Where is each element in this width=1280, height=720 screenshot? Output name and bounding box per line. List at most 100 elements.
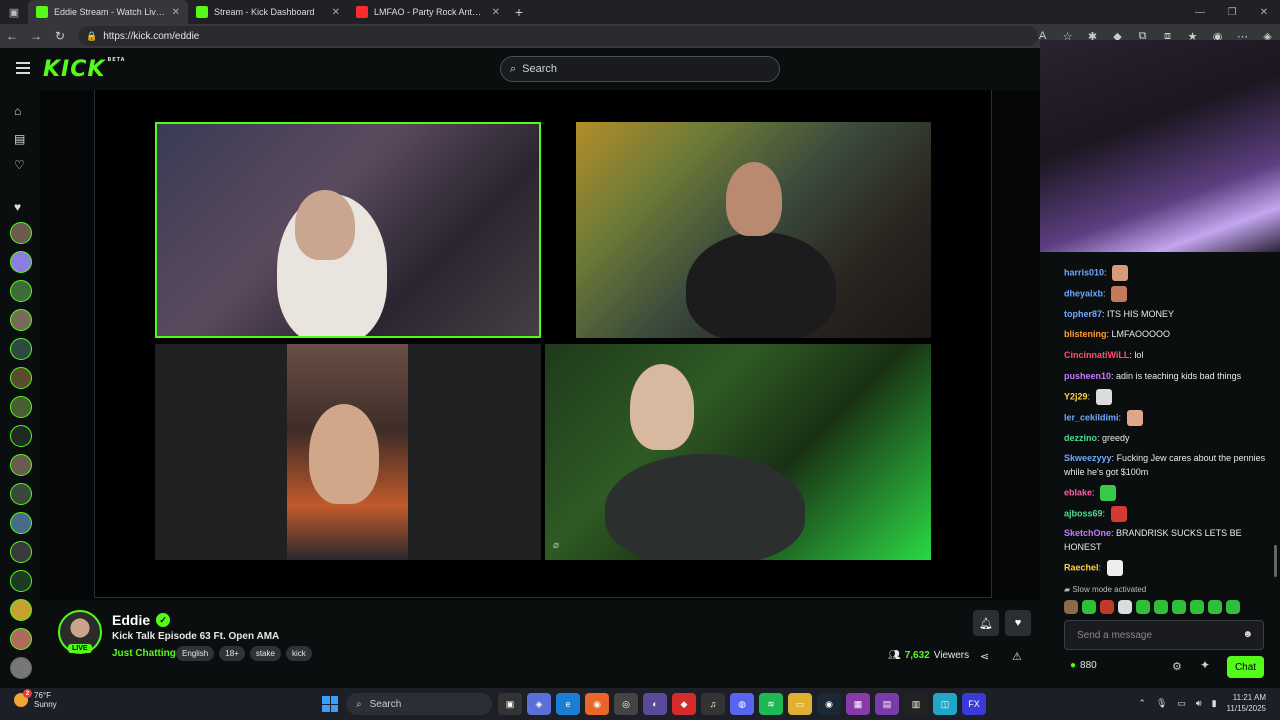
browser-tab-eddie[interactable]: Eddie Stream - Watch Live o ✕ xyxy=(28,0,188,24)
emote-icon[interactable] xyxy=(1136,600,1150,614)
emote-icon[interactable] xyxy=(1118,600,1132,614)
steam-icon[interactable]: ◉ xyxy=(817,693,841,715)
refresh-icon[interactable]: ↻ xyxy=(48,24,72,48)
address-bar[interactable]: 🔒 https://kick.com/eddie xyxy=(78,26,1038,46)
followed-channel-avatar[interactable] xyxy=(10,570,32,592)
app-icon[interactable]: ▥ xyxy=(904,693,928,715)
app-icon[interactable]: ◆ xyxy=(672,693,696,715)
followed-channel-avatar[interactable] xyxy=(10,657,32,679)
app-icon[interactable]: ◐ xyxy=(643,693,667,715)
followed-channel-avatar[interactable] xyxy=(10,454,32,476)
chat-username[interactable]: dezzino xyxy=(1064,433,1097,443)
back-icon[interactable]: ← xyxy=(0,24,24,48)
emote-icon[interactable] xyxy=(1154,600,1168,614)
spotify-icon[interactable]: ≋ xyxy=(759,693,783,715)
fx-icon[interactable]: FX xyxy=(962,693,986,715)
mic-icon[interactable]: 🎙︎ xyxy=(1156,698,1167,709)
chat-username[interactable]: SketchOne xyxy=(1064,528,1111,538)
channel-points[interactable]: ● 880 xyxy=(1070,660,1097,671)
kick-logo[interactable]: KICK BETA xyxy=(43,57,126,82)
chat-username[interactable]: eblake xyxy=(1064,487,1092,497)
close-window-button[interactable]: ✕ xyxy=(1248,0,1280,24)
chat-username[interactable]: topher87 xyxy=(1064,309,1102,319)
followed-channel-avatar[interactable] xyxy=(10,367,32,389)
chat-username[interactable]: Y2j29 xyxy=(1064,391,1088,401)
network-icon[interactable]: ▭ xyxy=(1177,698,1186,709)
chat-username[interactable]: CincinnatiWiLL xyxy=(1064,350,1129,360)
firefox-icon[interactable]: ◉ xyxy=(585,693,609,715)
followed-channel-avatar[interactable] xyxy=(10,251,32,273)
followed-channel-avatar[interactable] xyxy=(10,396,32,418)
follow-button[interactable]: ♥ xyxy=(1005,610,1031,636)
close-icon[interactable]: ✕ xyxy=(492,7,500,18)
chat-username[interactable]: harris010 xyxy=(1064,267,1104,277)
following-icon[interactable]: ♡ xyxy=(14,158,25,172)
chat-username[interactable]: ler_cekildimi xyxy=(1064,412,1119,422)
followed-channel-avatar[interactable] xyxy=(10,541,32,563)
chat-username[interactable]: pusheen10 xyxy=(1064,371,1111,381)
menu-icon[interactable] xyxy=(16,62,30,74)
tag-chip[interactable]: English xyxy=(176,646,215,661)
followed-channel-avatar[interactable] xyxy=(10,338,32,360)
browser-tab-dashboard[interactable]: Stream - Kick Dashboard ✕ xyxy=(188,0,348,24)
followed-channel-avatar[interactable] xyxy=(10,280,32,302)
emote-icon[interactable] xyxy=(1172,600,1186,614)
emote-icon[interactable] xyxy=(1100,600,1114,614)
report-icon[interactable]: ⚠ xyxy=(1012,650,1022,663)
app-icon[interactable]: ◫ xyxy=(933,693,957,715)
followed-channel-avatar[interactable] xyxy=(10,222,32,244)
chat-scrollbar[interactable] xyxy=(1274,545,1277,577)
followed-channel-avatar[interactable] xyxy=(10,599,32,621)
taskbar-search[interactable]: ⌕ Search xyxy=(346,693,492,715)
itunes-icon[interactable]: ♫ xyxy=(701,693,725,715)
chat-settings-icon[interactable]: ⚙ xyxy=(1172,660,1182,673)
category-link[interactable]: Just Chatting xyxy=(112,648,176,659)
share-icon[interactable]: ⋖ xyxy=(980,650,989,663)
streamer-name[interactable]: Eddie ✓ xyxy=(112,612,171,628)
tag-chip[interactable]: stake xyxy=(249,646,281,661)
emote-icon[interactable] xyxy=(1082,600,1096,614)
clock[interactable]: 11:21 AM 11/15/2025 xyxy=(1227,692,1266,714)
browser-tab-youtube[interactable]: LMFAO - Party Rock Anthem ft. L ✕ xyxy=(348,0,508,24)
restore-button[interactable]: ❐ xyxy=(1216,0,1248,24)
chat-username[interactable]: ajboss69 xyxy=(1064,508,1103,518)
followed-channel-avatar[interactable] xyxy=(10,309,32,331)
chevron-up-icon[interactable]: ⌃ xyxy=(1138,698,1146,709)
tag-chip[interactable]: kick xyxy=(285,646,312,661)
chat-username[interactable]: Skweezyyy xyxy=(1064,453,1112,463)
tag-chip[interactable]: 18+ xyxy=(219,646,245,661)
video-player[interactable]: ⌀ xyxy=(40,90,1040,600)
weather-widget[interactable]: 2 76°F Sunny xyxy=(14,689,57,709)
app-icon[interactable]: ▤ xyxy=(875,693,899,715)
task-view-icon[interactable]: ▣ xyxy=(498,693,522,715)
emote-icon[interactable] xyxy=(1208,600,1222,614)
emoji-picker-icon[interactable]: ☻ xyxy=(1242,629,1253,640)
followed-channel-avatar[interactable] xyxy=(10,628,32,650)
chat-username[interactable]: blistening xyxy=(1064,329,1107,339)
app-icon[interactable]: ▦ xyxy=(846,693,870,715)
tab-actions-icon[interactable]: ▣ xyxy=(0,0,28,24)
emote-icon[interactable] xyxy=(1226,600,1240,614)
chat-message-input[interactable]: Send a message ☻ xyxy=(1064,620,1264,650)
copilot-icon[interactable]: ◈ xyxy=(527,693,551,715)
file-explorer-icon[interactable]: ▭ xyxy=(788,693,812,715)
battery-icon[interactable]: ▮ xyxy=(1212,698,1217,709)
followed-channel-avatar[interactable] xyxy=(10,483,32,505)
emote-icon[interactable] xyxy=(1190,600,1204,614)
discord-icon[interactable]: ◍ xyxy=(730,693,754,715)
chat-username[interactable]: Raechel xyxy=(1064,562,1099,572)
send-chat-button[interactable]: Chat xyxy=(1227,656,1264,678)
followed-channel-avatar[interactable] xyxy=(10,512,32,534)
new-tab-button[interactable]: + xyxy=(508,0,530,24)
close-icon[interactable]: ✕ xyxy=(172,7,180,18)
browse-icon[interactable]: ▤ xyxy=(14,132,25,146)
obs-icon[interactable]: ◎ xyxy=(614,693,638,715)
gift-icon[interactable]: ✦ xyxy=(1200,658,1210,672)
home-icon[interactable]: ⌂ xyxy=(14,104,21,118)
windows-start-icon[interactable] xyxy=(322,696,338,712)
emote-icon[interactable] xyxy=(1064,600,1078,614)
close-icon[interactable]: ✕ xyxy=(332,7,340,18)
followed-channel-avatar[interactable] xyxy=(10,425,32,447)
notification-bell-button[interactable]: 🔔︎ xyxy=(973,610,999,636)
chat-username[interactable]: dheyaixb xyxy=(1064,288,1103,298)
